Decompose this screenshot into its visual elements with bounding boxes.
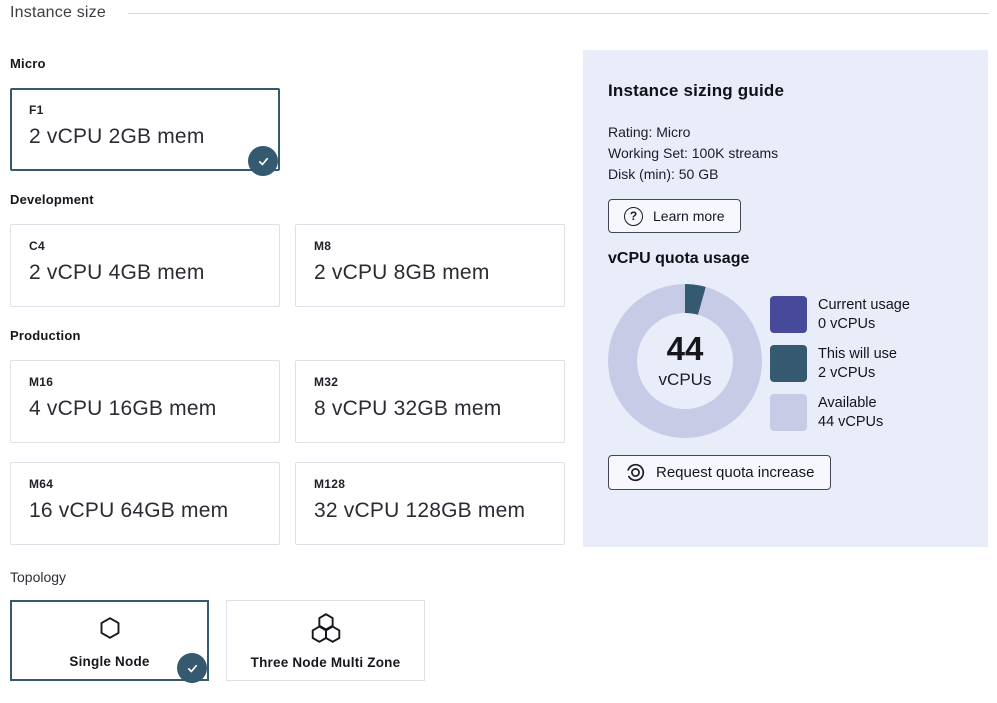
topology-option-three-node-multi-zone[interactable]: Three Node Multi Zone (226, 600, 425, 681)
legend-name: Current usage (818, 296, 910, 315)
instance-size-screen: Instance size Micro F1 2 vCPU 2GB mem Devel… (0, 0, 997, 703)
size-card-f1[interactable]: F1 2 vCPU 2GB mem (10, 88, 280, 171)
size-card-m32[interactable]: M32 8 vCPU 32GB mem (295, 360, 565, 443)
single-node-hexagon-icon (98, 616, 122, 642)
instance-size-form: Micro F1 2 vCPU 2GB mem Development C4 2 vCPU… (10, 56, 566, 681)
topology-option-label: Three Node Multi Zone (251, 655, 401, 670)
vcpu-quota-heading: vCPU quota usage (608, 250, 963, 268)
size-section-development: Development C4 2 vCPU 4GB mem M8 2 vCPU 8GB … (10, 192, 566, 307)
guide-stat-disk: Disk (min): 50 GB (608, 164, 963, 185)
card-grid-micro: F1 2 vCPU 2GB mem (10, 88, 566, 171)
legend-swatch-current-usage (770, 296, 807, 333)
legend-text-current-usage: Current usage0 vCPUs (818, 296, 910, 334)
legend-text-available: Available44 vCPUs (818, 394, 883, 432)
selected-check-badge (248, 146, 278, 176)
page-header: Instance size (10, 4, 989, 22)
size-card-name: M32 (314, 375, 546, 389)
legend-name: This will use (818, 345, 897, 364)
size-card-name: F1 (29, 103, 261, 117)
guide-stat-working-set: Working Set: 100K streams (608, 143, 963, 164)
request-quota-label: Request quota increase (656, 464, 814, 481)
donut-center-unit: vCPUs (659, 370, 712, 390)
guide-title: Instance sizing guide (608, 81, 963, 101)
section-label-micro: Micro (10, 56, 566, 71)
instance-size-sections: Micro F1 2 vCPU 2GB mem Development C4 2 vCPU… (10, 56, 566, 545)
size-card-c4[interactable]: C4 2 vCPU 4GB mem (10, 224, 280, 307)
topology-option-label: Single Node (69, 654, 149, 669)
legend-swatch-available (770, 394, 807, 431)
size-card-spec: 2 vCPU 2GB mem (29, 125, 261, 149)
quota-target-icon (625, 462, 646, 483)
size-card-name: M8 (314, 239, 546, 253)
guide-stats: Rating: Micro Working Set: 100K streams … (608, 122, 963, 185)
donut-center-value: 44 (667, 332, 704, 365)
size-section-production: Production M16 4 vCPU 16GB mem M32 8 vCPU 32… (10, 328, 566, 545)
header-divider-line (128, 13, 989, 14)
guide-stat-rating: Rating: Micro (608, 122, 963, 143)
section-label-development: Development (10, 192, 566, 207)
legend-item-current-usage: Current usage0 vCPUs (770, 296, 910, 334)
card-grid-production: M16 4 vCPU 16GB mem M32 8 vCPU 32GB mem M64 1… (10, 360, 566, 545)
quota-legend: Current usage0 vCPUs This will use2 vCPUs… (770, 284, 910, 438)
request-quota-increase-button[interactable]: Request quota increase (608, 455, 831, 490)
legend-name: Available (818, 394, 883, 413)
check-icon (185, 661, 200, 676)
topology-label: Topology (10, 569, 566, 585)
legend-item-this-will-use: This will use2 vCPUs (770, 345, 910, 383)
page-title: Instance size (10, 4, 106, 22)
check-icon (256, 154, 271, 169)
vcpu-quota-chart-row: 44 vCPUs Current usage0 vCPUs This will u… (608, 284, 963, 438)
size-card-spec: 4 vCPU 16GB mem (29, 397, 261, 421)
size-card-name: C4 (29, 239, 261, 253)
topology-option-single-node[interactable]: Single Node (10, 600, 209, 681)
legend-value: 2 vCPUs (818, 364, 897, 383)
learn-more-label: Learn more (653, 208, 725, 224)
vcpu-quota-donut-chart: 44 vCPUs (608, 284, 762, 438)
size-card-name: M128 (314, 477, 546, 491)
legend-swatch-this-will-use (770, 345, 807, 382)
topology-options: Single Node Three Node Multi Zone (10, 600, 566, 681)
legend-item-available: Available44 vCPUs (770, 394, 910, 432)
selected-check-badge (177, 653, 207, 683)
size-card-spec: 2 vCPU 4GB mem (29, 261, 261, 285)
single-node-hexagon-icon-wrap (98, 613, 122, 645)
section-label-production: Production (10, 328, 566, 343)
size-card-spec: 32 vCPU 128GB mem (314, 499, 546, 523)
size-card-spec: 2 vCPU 8GB mem (314, 261, 546, 285)
size-section-micro: Micro F1 2 vCPU 2GB mem (10, 56, 566, 171)
three-node-hexagons-icon (307, 612, 345, 645)
donut-center: 44 vCPUs (608, 284, 762, 438)
size-card-spec: 8 vCPU 32GB mem (314, 397, 546, 421)
size-card-m8[interactable]: M8 2 vCPU 8GB mem (295, 224, 565, 307)
size-card-m128[interactable]: M128 32 vCPU 128GB mem (295, 462, 565, 545)
learn-more-button[interactable]: ? Learn more (608, 199, 741, 233)
size-card-m64[interactable]: M64 16 vCPU 64GB mem (10, 462, 280, 545)
legend-text-this-will-use: This will use2 vCPUs (818, 345, 897, 383)
card-grid-development: C4 2 vCPU 4GB mem M8 2 vCPU 8GB mem (10, 224, 566, 307)
question-mark-icon: ? (624, 207, 643, 226)
legend-value: 44 vCPUs (818, 413, 883, 432)
legend-value: 0 vCPUs (818, 315, 910, 334)
size-card-spec: 16 vCPU 64GB mem (29, 499, 261, 523)
three-node-hexagons-icon-wrap (307, 612, 345, 644)
size-card-name: M16 (29, 375, 261, 389)
size-card-m16[interactable]: M16 4 vCPU 16GB mem (10, 360, 280, 443)
instance-sizing-guide-panel: Instance sizing guide Rating: Micro Work… (583, 50, 988, 547)
size-card-name: M64 (29, 477, 261, 491)
